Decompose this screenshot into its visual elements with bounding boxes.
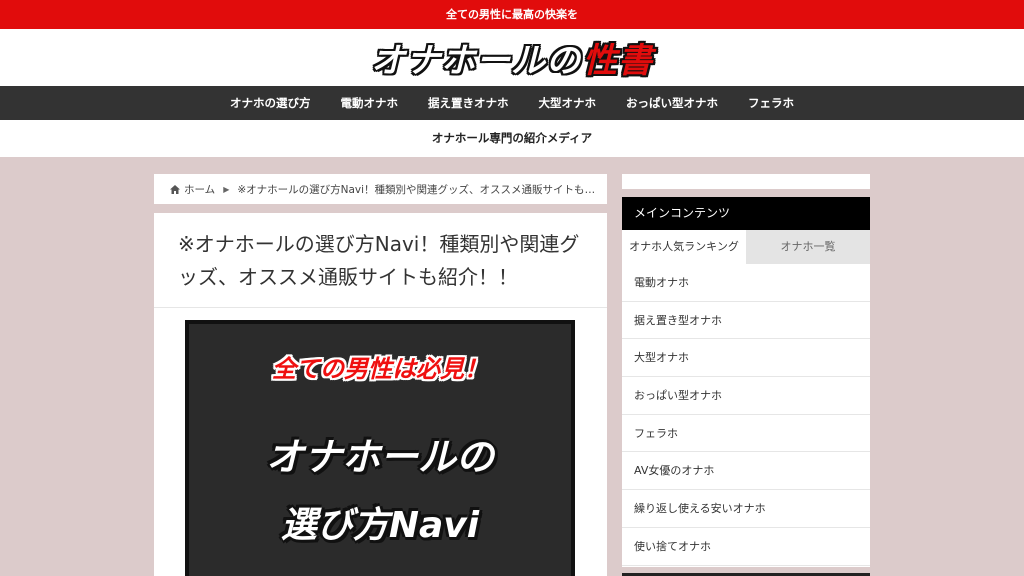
list-item[interactable]: 繰り返し使える安いオナホ	[622, 490, 870, 528]
home-icon	[170, 184, 180, 194]
list-item[interactable]: AV女優のオナホ	[622, 452, 870, 491]
eyecatch-line1: オナホールの	[265, 435, 494, 479]
nav-item-oral[interactable]: フェラホ	[733, 86, 809, 120]
tab-list[interactable]: オナホ一覧	[746, 230, 870, 264]
breadcrumb-home-link[interactable]: ホーム	[184, 182, 215, 197]
top-banner-text: 全ての男性に最高の快楽を	[446, 8, 578, 21]
nav-item-electric[interactable]: 電動オナホ	[326, 86, 414, 120]
nav-item-stationary[interactable]: 据え置きオナホ	[413, 86, 524, 120]
logo-accent-text: 性書	[583, 41, 653, 81]
breadcrumb-current: ※オナホールの選び方Navi！種類別や関連グッズ、オススメ通販サイトも紹介！！	[237, 183, 598, 196]
sidebar-top-widget	[622, 174, 870, 189]
widget-title: メインコンテンツ	[622, 197, 870, 230]
eyecatch-image: 全ての男性は必見！ オナホールの 選び方Navi	[185, 320, 575, 576]
main-contents-widget: メインコンテンツ オナホ人気ランキング オナホ一覧 電動オナホ 据え置き型オナホ…	[622, 197, 870, 567]
global-nav: オナホの選び方 電動オナホ 据え置きオナホ 大型オナホ おっぱい型オナホ フェラ…	[0, 86, 1024, 120]
list-item[interactable]: フェラホ	[622, 415, 870, 453]
logo-main-text: オナホールの	[371, 41, 581, 81]
article-card: ※オナホールの選び方Navi！種類別や関連グッズ、オススメ通販サイトも紹介！！ …	[154, 213, 607, 576]
widget-tabs: オナホ人気ランキング オナホ一覧	[622, 230, 870, 264]
article-title: ※オナホールの選び方Navi！種類別や関連グッズ、オススメ通販サイトも紹介！！	[154, 213, 607, 308]
tagline-text: オナホール専門の紹介メディア	[431, 131, 593, 145]
eyecatch-line2: 選び方Navi	[280, 505, 480, 546]
list-item[interactable]: 大型オナホ	[622, 339, 870, 378]
chevron-right-icon: ▶	[223, 184, 230, 194]
top-banner: 全ての男性に最高の快楽を	[0, 0, 1024, 29]
main-content: ホーム ▶ ※オナホールの選び方Navi！種類別や関連グッズ、オススメ通販サイト…	[0, 157, 1024, 576]
site-tagline: オナホール専門の紹介メディア	[0, 120, 1024, 157]
nav-item-choose[interactable]: オナホの選び方	[215, 86, 326, 120]
list-item[interactable]: 電動オナホ	[622, 264, 870, 302]
eyecatch-subtitle: 全ての男性は必見！	[272, 355, 488, 383]
list-item[interactable]: おっぱい型オナホ	[622, 377, 870, 415]
nav-item-large[interactable]: 大型オナホ	[524, 86, 612, 120]
widget-link-list: 電動オナホ 据え置き型オナホ 大型オナホ おっぱい型オナホ フェラホ AV女優の…	[622, 264, 870, 566]
site-header: オナホールの 性書	[0, 29, 1024, 86]
nav-item-breast[interactable]: おっぱい型オナホ	[611, 86, 733, 120]
list-item[interactable]: 使い捨てオナホ	[622, 528, 870, 566]
list-item[interactable]: 据え置き型オナホ	[622, 302, 870, 340]
tab-ranking[interactable]: オナホ人気ランキング	[622, 230, 746, 264]
breadcrumb: ホーム ▶ ※オナホールの選び方Navi！種類別や関連グッズ、オススメ通販サイト…	[154, 174, 607, 204]
site-logo[interactable]: オナホールの 性書	[371, 33, 653, 82]
